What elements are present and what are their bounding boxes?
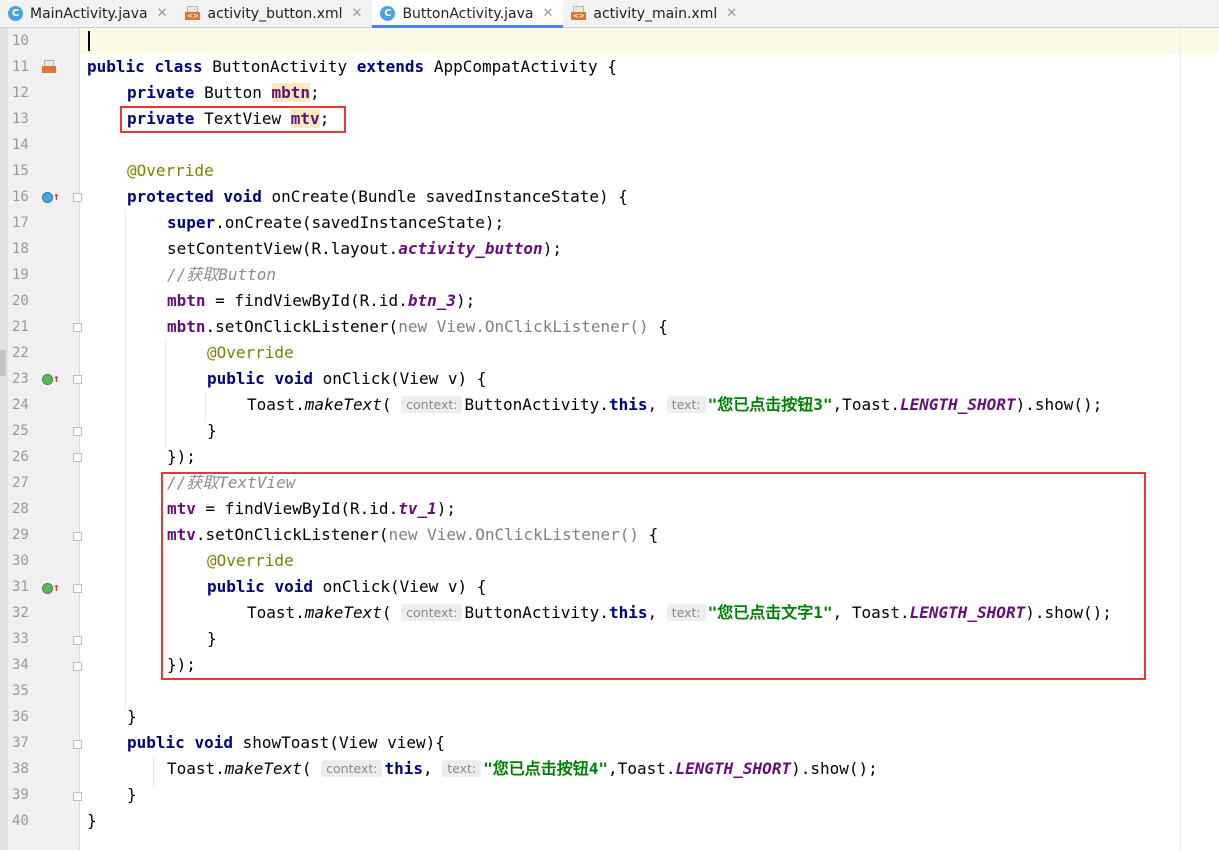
override-method-icon[interactable]: ↑	[42, 190, 60, 203]
line-number[interactable]: 13	[12, 106, 36, 132]
line-number[interactable]: 11	[12, 54, 36, 80]
line-number[interactable]: 19	[12, 262, 36, 288]
fold-toggle[interactable]	[73, 636, 82, 645]
java-class-icon: C	[8, 6, 23, 21]
code-line-23[interactable]: public void onClick(View v) {	[207, 366, 486, 392]
indent-guide	[125, 210, 126, 710]
implement-method-icon[interactable]: ↑	[42, 581, 60, 594]
parameter-hint: context:	[401, 396, 463, 413]
indent-guide	[205, 392, 206, 422]
code-line-21[interactable]: mbtn.setOnClickListener(new View.OnClick…	[167, 314, 668, 340]
fold-toggle[interactable]	[73, 532, 82, 541]
fold-toggle[interactable]	[73, 453, 82, 462]
parameter-hint: context:	[321, 760, 383, 777]
xml-file-icon: <>	[185, 6, 201, 21]
code-line-25[interactable]: }	[207, 418, 217, 444]
line-number[interactable]: 40	[12, 808, 36, 834]
line-number[interactable]: 34	[12, 652, 36, 678]
line-number[interactable]: 28	[12, 496, 36, 522]
fold-toggle[interactable]	[73, 323, 82, 332]
line-number[interactable]: 22	[12, 340, 36, 366]
fold-toggle[interactable]	[73, 427, 82, 436]
code-line-17[interactable]: super.onCreate(savedInstanceState);	[167, 210, 504, 236]
line-number[interactable]: 32	[12, 600, 36, 626]
code-line-37[interactable]: public void showToast(View view){	[127, 730, 445, 756]
line-number[interactable]: 10	[12, 28, 36, 54]
java-class-icon: C	[380, 6, 396, 21]
line-number[interactable]: 12	[12, 80, 36, 106]
tab-main-activity-java[interactable]: C MainActivity.java ✕	[0, 0, 177, 27]
line-number[interactable]: 33	[12, 626, 36, 652]
tab-activity-button-xml[interactable]: <> activity_button.xml ✕	[177, 0, 372, 27]
code-line-36[interactable]: }	[127, 704, 137, 730]
line-number[interactable]: 14	[12, 132, 36, 158]
line-number[interactable]: 15	[12, 158, 36, 184]
scroll-grip[interactable]	[0, 350, 6, 376]
line-number[interactable]: 30	[12, 548, 36, 574]
line-number[interactable]: 25	[12, 418, 36, 444]
fold-toggle[interactable]	[73, 375, 82, 384]
line-number[interactable]: 29	[12, 522, 36, 548]
fold-toggle[interactable]	[73, 193, 82, 202]
line-number[interactable]: 36	[12, 704, 36, 730]
line-number[interactable]: 27	[12, 470, 36, 496]
line-number[interactable]: 23	[12, 366, 36, 392]
line-number[interactable]: 38	[12, 756, 36, 782]
code-line-20[interactable]: mbtn = findViewById(R.id.btn_3);	[167, 288, 475, 314]
code-line-15[interactable]: @Override	[127, 158, 214, 184]
code-line-22[interactable]: @Override	[207, 340, 294, 366]
line-number[interactable]: 17	[12, 210, 36, 236]
code-line-16[interactable]: protected void onCreate(Bundle savedInst…	[127, 184, 628, 210]
tab-label: activity_main.xml	[593, 5, 718, 22]
code-line-19[interactable]: //获取Button	[167, 262, 276, 288]
line-number[interactable]: 18	[12, 236, 36, 262]
line-number[interactable]: 39	[12, 782, 36, 808]
close-icon[interactable]: ✕	[157, 6, 168, 21]
tab-label: activity_button.xml	[207, 5, 343, 22]
indent-guide	[153, 757, 154, 787]
code-line-40[interactable]: }	[87, 808, 97, 834]
code-line-39[interactable]: }	[127, 782, 137, 808]
highlight-box-textview-block	[161, 472, 1146, 680]
tab-label: MainActivity.java	[30, 5, 148, 22]
line-number[interactable]: 26	[12, 444, 36, 470]
xml-layout-icon[interactable]	[42, 60, 56, 77]
tab-label: ButtonActivity.java	[402, 5, 534, 22]
xml-file-icon: <>	[571, 6, 587, 21]
editor-tab-bar: C MainActivity.java ✕ <> activity_button…	[0, 0, 1219, 28]
close-icon[interactable]: ✕	[726, 6, 737, 21]
left-tool-strip	[0, 28, 8, 850]
parameter-hint: text:	[666, 396, 706, 413]
line-number[interactable]: 16	[12, 184, 36, 210]
line-number[interactable]: 20	[12, 288, 36, 314]
code-line-12[interactable]: private Button mbtn;	[127, 80, 320, 106]
line-number[interactable]: 35	[12, 678, 36, 704]
current-line-highlight	[80, 28, 1219, 54]
highlight-box-field	[120, 106, 346, 133]
line-number[interactable]: 37	[12, 730, 36, 756]
line-number[interactable]: 24	[12, 392, 36, 418]
fold-toggle[interactable]	[73, 740, 82, 749]
indent-guide	[165, 340, 166, 450]
close-icon[interactable]: ✕	[542, 6, 553, 21]
implement-method-icon[interactable]: ↑	[42, 372, 60, 385]
code-line-24[interactable]: Toast.makeText( context: ButtonActivity.t…	[247, 392, 1102, 418]
fold-toggle[interactable]	[73, 584, 82, 593]
close-icon[interactable]: ✕	[352, 6, 363, 21]
right-margin-guide	[1180, 28, 1181, 850]
line-number[interactable]: 21	[12, 314, 36, 340]
code-line-26[interactable]: });	[167, 444, 196, 470]
code-line-18[interactable]: setContentView(R.layout.activity_button)…	[167, 236, 562, 262]
code-line-38[interactable]: Toast.makeText( context: this, text: "您已点击…	[167, 756, 878, 782]
line-number[interactable]: 31	[12, 574, 36, 600]
tab-activity-main-xml[interactable]: <> activity_main.xml ✕	[563, 0, 747, 27]
parameter-hint: text:	[442, 760, 482, 777]
tab-button-activity-java[interactable]: C ButtonActivity.java ✕	[372, 0, 564, 28]
fold-toggle[interactable]	[73, 792, 82, 801]
fold-toggle[interactable]	[73, 662, 82, 671]
code-line-11[interactable]: public class ButtonActivity extends AppC…	[87, 54, 617, 80]
text-caret	[88, 31, 90, 51]
